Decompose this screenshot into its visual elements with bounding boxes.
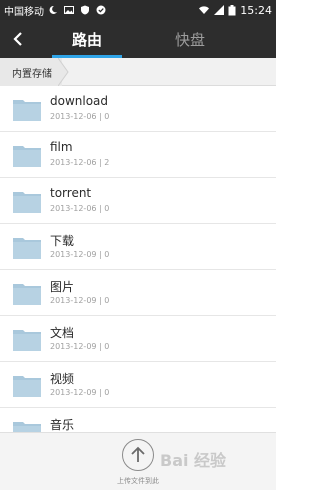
folder-icon [13, 422, 41, 432]
breadcrumb-item-internal-storage[interactable]: 内置存储 [0, 58, 62, 86]
file-meta: 2013-12-09 | 0 [50, 296, 110, 305]
file-name: 文档 [50, 326, 75, 340]
list-item[interactable]: 图片 2013-12-09 | 0 [0, 270, 276, 316]
status-bar: 中国移动 15:24 [0, 0, 276, 20]
upload-label: 上传文件到此 [117, 477, 159, 485]
folder-icon [13, 100, 41, 121]
file-name: film [50, 140, 73, 154]
tab-kuaipan[interactable]: 快盘 [150, 20, 230, 58]
list-item[interactable]: 下载 2013-12-09 | 0 [0, 224, 276, 270]
back-button[interactable] [0, 20, 36, 58]
file-meta: 2013-12-09 | 0 [50, 342, 110, 351]
folder-icon [13, 238, 41, 259]
folder-icon [13, 376, 41, 397]
folder-icon [13, 330, 41, 351]
moon-icon [49, 5, 57, 14]
folder-icon [13, 146, 41, 167]
arrow-up-icon [131, 446, 145, 462]
file-meta: 2013-12-09 | 0 [50, 388, 110, 397]
file-meta: 2013-12-06 | 2 [50, 158, 110, 167]
file-name: 视频 [50, 372, 75, 386]
bottom-bar: 上传文件到此 Bai 经验 [0, 432, 276, 490]
file-meta: 2013-12-09 | 0 [50, 250, 110, 259]
signal-icon [214, 5, 225, 15]
list-item[interactable]: torrent 2013-12-06 | 0 [0, 178, 276, 224]
file-list: download 2013-12-06 | 0 film 2013-12-06 … [0, 86, 276, 432]
file-name: download [50, 94, 109, 108]
battery-icon [228, 4, 236, 15]
shield-icon [81, 5, 89, 15]
folder-icon [13, 192, 41, 213]
clock: 15:24 [240, 3, 272, 17]
list-item[interactable]: download 2013-12-06 | 0 [0, 86, 276, 132]
folder-icon [13, 284, 41, 305]
check-circle-icon [96, 5, 106, 15]
file-name: torrent [50, 186, 92, 200]
file-meta: 2013-12-06 | 0 [50, 112, 110, 121]
file-name: 图片 [50, 280, 75, 294]
watermark: Bai 经验 [160, 451, 227, 470]
title-bar: 路由 快盘 [0, 20, 276, 58]
list-item[interactable]: 视频 2013-12-09 | 0 [0, 362, 276, 408]
wifi-icon [199, 6, 210, 14]
file-name: 下载 [50, 234, 75, 248]
list-item[interactable]: 文档 2013-12-09 | 0 [0, 316, 276, 362]
list-item[interactable]: 音乐 [0, 408, 276, 432]
breadcrumb: 内置存储 [0, 58, 276, 86]
image-icon [64, 6, 74, 14]
carrier-label: 中国移动 [4, 6, 44, 18]
breadcrumb-separator-icon [58, 58, 69, 86]
upload-button[interactable] [122, 439, 154, 471]
chevron-left-icon [13, 32, 22, 46]
tab-route[interactable]: 路由 [52, 20, 122, 58]
status-right: 15:24 [198, 4, 272, 17]
file-name: 音乐 [50, 418, 75, 432]
list-item[interactable]: film 2013-12-06 | 2 [0, 132, 276, 178]
file-meta: 2013-12-06 | 0 [50, 204, 110, 213]
